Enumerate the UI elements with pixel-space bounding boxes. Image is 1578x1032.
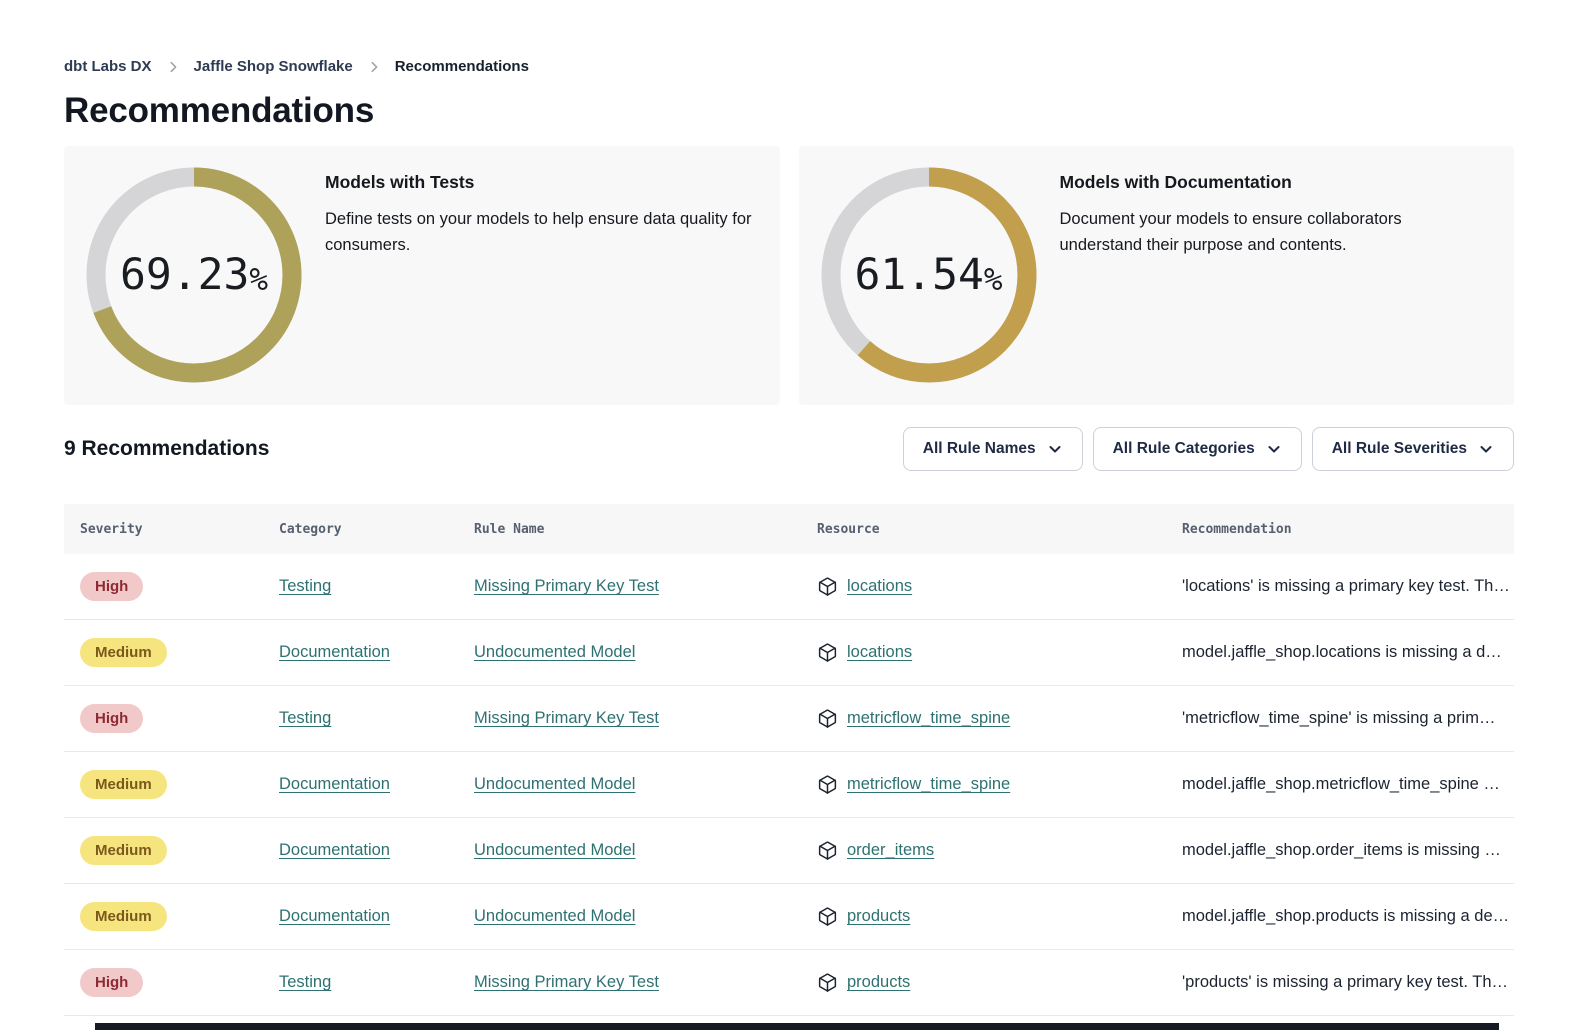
model-cube-icon — [817, 840, 838, 861]
severity-badge: High — [80, 704, 143, 733]
resource-link[interactable]: metricflow_time_spine — [847, 775, 1010, 794]
tests-donut-chart: 69.23% — [86, 167, 302, 383]
recommendations-count-title: 9 Recommendations — [64, 437, 269, 461]
breadcrumb-item-recommendations: Recommendations — [395, 58, 529, 75]
card-title: Models with Documentation — [1060, 172, 1450, 193]
card-description: Document your models to ensure collabora… — [1060, 206, 1450, 258]
page: dbt Labs DX Jaffle Shop Snowflake Recomm… — [0, 0, 1578, 1032]
rule-name-link[interactable]: Undocumented Model — [474, 841, 635, 859]
severity-badge: High — [80, 968, 143, 997]
models-with-documentation-card: 61.54% Models with Documentation Documen… — [799, 146, 1515, 405]
recommendation-text: model.jaffle_shop.locations is missing a… — [1166, 643, 1514, 662]
page-title: Recommendations — [64, 91, 1514, 131]
table-row: High Testing Missing Primary Key Test me… — [64, 686, 1514, 752]
model-cube-icon — [817, 642, 838, 663]
category-link[interactable]: Documentation — [279, 775, 390, 793]
category-link[interactable]: Documentation — [279, 643, 390, 661]
rule-categories-filter-dropdown[interactable]: All Rule Categories — [1093, 427, 1302, 471]
table-row: Medium Documentation Undocumented Model … — [64, 884, 1514, 950]
resource-link[interactable]: metricflow_time_spine — [847, 709, 1010, 728]
rule-name-link[interactable]: Missing Primary Key Test — [474, 577, 659, 595]
category-link[interactable]: Documentation — [279, 841, 390, 859]
column-header-resource: Resource — [801, 522, 1166, 537]
breadcrumb-item-dbt-labs-dx[interactable]: dbt Labs DX — [64, 58, 152, 75]
model-cube-icon — [817, 774, 838, 795]
recommendation-text: 'locations' is missing a primary key tes… — [1166, 577, 1514, 596]
chevron-down-icon — [1266, 441, 1282, 457]
table-row: Medium Documentation Undocumented Model … — [64, 620, 1514, 686]
resource-link[interactable]: products — [847, 973, 910, 992]
rule-severities-filter-dropdown[interactable]: All Rule Severities — [1312, 427, 1514, 471]
resource-link[interactable]: locations — [847, 577, 912, 596]
recommendation-text: model.jaffle_shop.metricflow_time_spine … — [1166, 775, 1514, 794]
recommendations-table: Severity Category Rule Name Resource Rec… — [64, 504, 1514, 1016]
chevron-down-icon — [1478, 441, 1494, 457]
column-header-category: Category — [263, 522, 458, 537]
rule-name-link[interactable]: Undocumented Model — [474, 907, 635, 925]
severity-badge: High — [80, 572, 143, 601]
resource-link[interactable]: products — [847, 907, 910, 926]
model-cube-icon — [817, 972, 838, 993]
table-row: High Testing Missing Primary Key Test pr… — [64, 950, 1514, 1016]
table-row: Medium Documentation Undocumented Model … — [64, 818, 1514, 884]
rule-name-link[interactable]: Missing Primary Key Test — [474, 709, 659, 727]
card-description: Define tests on your models to help ensu… — [325, 206, 756, 258]
model-cube-icon — [817, 906, 838, 927]
rule-name-link[interactable]: Missing Primary Key Test — [474, 973, 659, 991]
rule-name-link[interactable]: Undocumented Model — [474, 775, 635, 793]
breadcrumb-item-jaffle-shop-snowflake[interactable]: Jaffle Shop Snowflake — [194, 58, 353, 75]
rule-name-link[interactable]: Undocumented Model — [474, 643, 635, 661]
filter-bar: All Rule Names All Rule Categories All R… — [903, 427, 1514, 471]
model-cube-icon — [817, 576, 838, 597]
severity-badge: Medium — [80, 836, 167, 865]
category-link[interactable]: Testing — [279, 973, 331, 991]
severity-badge: Medium — [80, 638, 167, 667]
severity-badge: Medium — [80, 770, 167, 799]
category-link[interactable]: Testing — [279, 577, 331, 595]
models-with-tests-card: 69.23% Models with Tests Define tests on… — [64, 146, 780, 405]
chevron-right-icon — [166, 60, 180, 74]
table-header-row: Severity Category Rule Name Resource Rec… — [64, 504, 1514, 554]
table-row: Medium Documentation Undocumented Model … — [64, 752, 1514, 818]
category-link[interactable]: Testing — [279, 709, 331, 727]
severity-badge: Medium — [80, 902, 167, 931]
recommendation-text: model.jaffle_shop.products is missing a … — [1166, 907, 1514, 926]
recommendation-text: model.jaffle_shop.order_items is missing… — [1166, 841, 1514, 860]
donut-percentage: 61.54% — [821, 167, 1037, 383]
model-cube-icon — [817, 708, 838, 729]
documentation-donut-chart: 61.54% — [821, 167, 1037, 383]
column-header-rule-name: Rule Name — [458, 522, 801, 537]
donut-percentage: 69.23% — [86, 167, 302, 383]
resource-link[interactable]: order_items — [847, 841, 934, 860]
table-row: High Testing Missing Primary Key Test lo… — [64, 554, 1514, 620]
recommendation-text: 'products' is missing a primary key test… — [1166, 973, 1514, 992]
resource-link[interactable]: locations — [847, 643, 912, 662]
category-link[interactable]: Documentation — [279, 907, 390, 925]
column-header-severity: Severity — [64, 522, 263, 537]
card-title: Models with Tests — [325, 172, 756, 193]
recommendation-text: 'metricflow_time_spine' is missing a pri… — [1166, 709, 1514, 728]
column-header-recommendation: Recommendation — [1166, 522, 1514, 537]
bottom-partial-element — [95, 1023, 1499, 1030]
rule-names-filter-dropdown[interactable]: All Rule Names — [903, 427, 1083, 471]
metric-cards: 69.23% Models with Tests Define tests on… — [64, 146, 1514, 405]
breadcrumb: dbt Labs DX Jaffle Shop Snowflake Recomm… — [64, 58, 1514, 75]
chevron-down-icon — [1047, 441, 1063, 457]
table-body: High Testing Missing Primary Key Test lo… — [64, 554, 1514, 1016]
chevron-right-icon — [367, 60, 381, 74]
